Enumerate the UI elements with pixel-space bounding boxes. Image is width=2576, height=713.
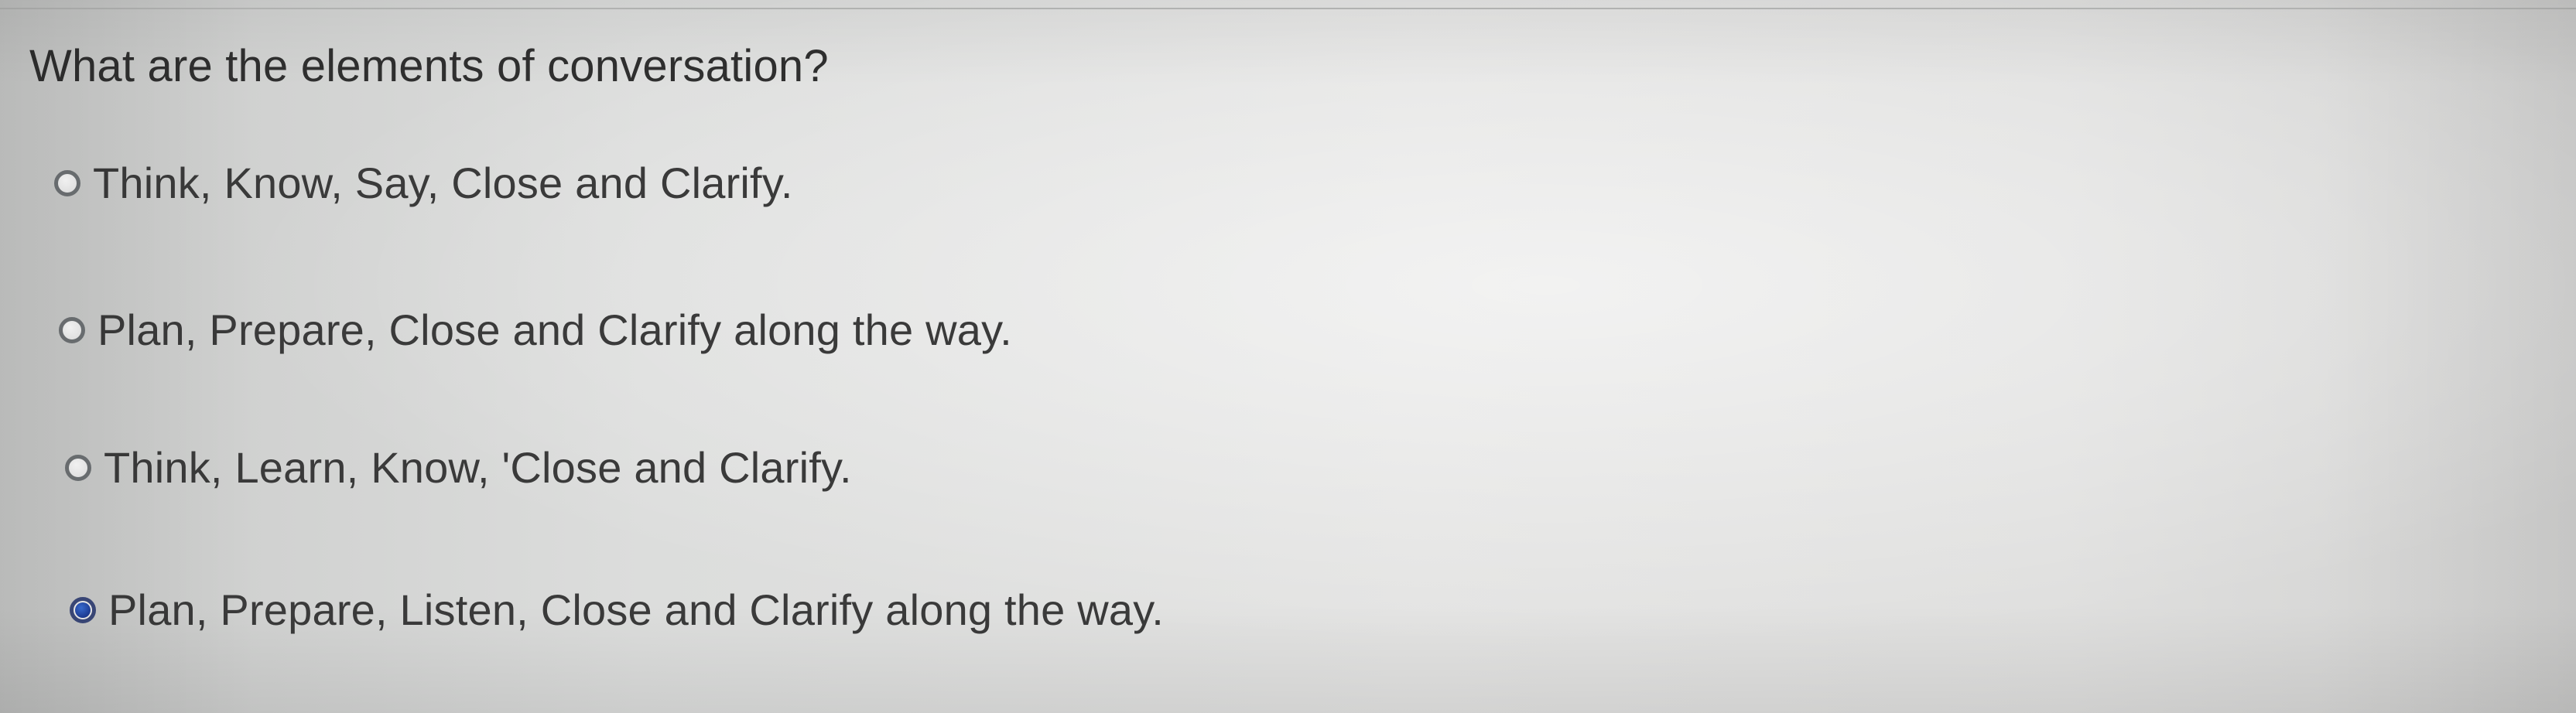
answer-option-1-label: Think, Know, Say, Close and Clarify. — [93, 159, 793, 207]
answer-option-3[interactable]: Think, Learn, Know, 'Close and Clarify. — [65, 442, 852, 493]
radio-button-1[interactable] — [54, 169, 80, 196]
radio-button-4-selected[interactable] — [70, 596, 96, 623]
answer-option-1[interactable]: Think, Know, Say, Close and Clarify. — [54, 158, 793, 208]
answer-options: Think, Know, Say, Close and Clarify. Pla… — [0, 0, 2576, 713]
answer-option-3-label: Think, Learn, Know, 'Close and Clarify. — [104, 443, 852, 492]
answer-option-4-label: Plan, Prepare, Listen, Close and Clarify… — [108, 585, 1165, 634]
answer-option-2[interactable]: Plan, Prepare, Close and Clarify along t… — [59, 305, 1012, 355]
radio-button-3[interactable] — [65, 454, 91, 481]
answer-option-2-label: Plan, Prepare, Close and Clarify along t… — [97, 305, 1012, 354]
answer-option-4[interactable]: Plan, Prepare, Listen, Close and Clarify… — [70, 585, 1164, 635]
radio-button-2[interactable] — [59, 316, 85, 343]
